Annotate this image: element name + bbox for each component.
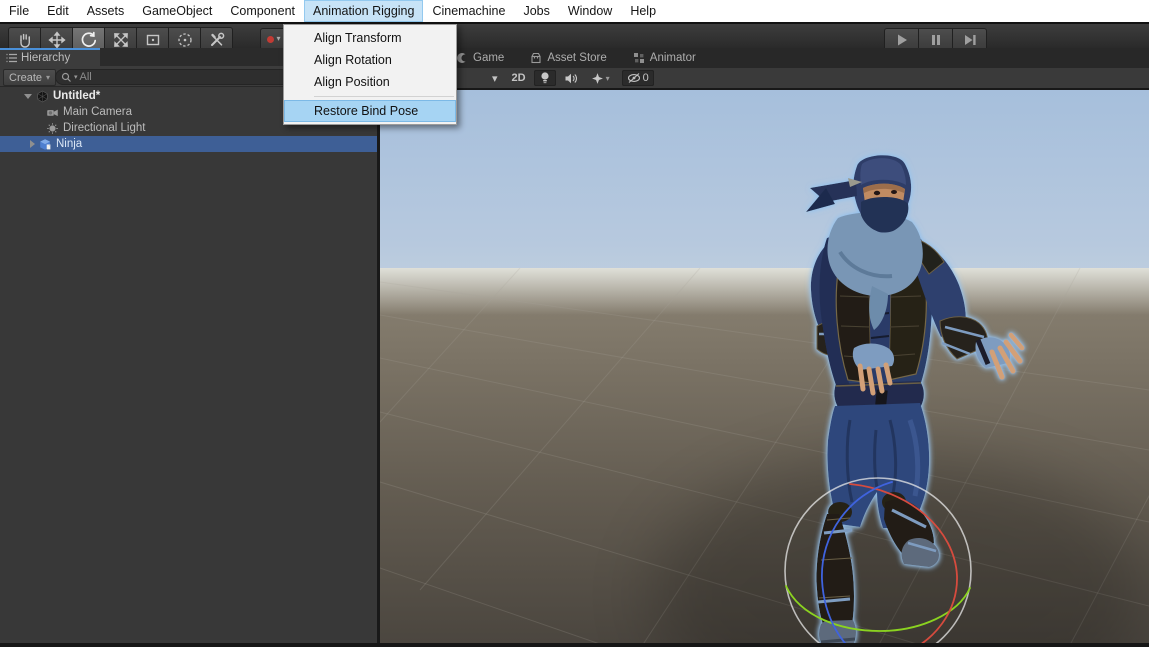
menu-item-align-position[interactable]: Align Position [284,71,456,93]
window-bottom-edge [0,643,1149,647]
menu-bar: File Edit Assets GameObject Component An… [0,0,1149,22]
asset-store-icon [530,52,542,64]
menu-help[interactable]: Help [621,0,665,22]
prefab-model-icon [39,138,52,151]
menu-separator [314,96,454,97]
hierarchy-row-ninja[interactable]: Ninja [0,136,377,152]
tab-animator[interactable]: Animator [633,52,696,64]
menu-animation-rigging[interactable]: Animation Rigging [304,0,423,22]
scene-view-toolbar: ▾ 2D ▾ 0 [380,68,1149,90]
tab-hierarchy[interactable]: Hierarchy [0,48,100,66]
2d-toggle-button[interactable]: 2D [507,70,531,86]
camera-icon [46,106,59,119]
animation-rigging-menu: Align Transform Align Rotation Align Pos… [283,24,457,125]
menu-window[interactable]: Window [559,0,621,22]
create-label: Create [9,72,42,84]
menu-gameobject[interactable]: GameObject [133,0,221,22]
hierarchy-tab-label: Hierarchy [21,52,70,64]
expand-caret-icon[interactable] [30,140,35,148]
transform-icon [176,31,194,49]
menu-item-restore-bind-pose[interactable]: Restore Bind Pose [284,100,456,122]
menu-edit[interactable]: Edit [38,0,78,22]
draw-mode-chevron-icon[interactable]: ▾ [492,72,498,85]
game-tab-icon [456,52,468,64]
hierarchy-panel: Hierarchy Create ▾ ▾ All Untitled* Main … [0,48,377,643]
play-icon [894,33,910,47]
scale-icon [112,31,130,49]
chevron-down-icon: ▾ [276,35,280,43]
red-dot-icon [267,36,274,43]
scene-name: Untitled* [53,90,100,102]
search-icon [61,72,72,83]
unity-editor-window: File Edit Assets GameObject Component An… [0,0,1149,647]
audio-toggle-button[interactable] [559,70,583,86]
hidden-count: 0 [643,72,649,84]
tab-label: Asset Store [547,52,606,64]
menu-file[interactable]: File [0,0,38,22]
search-value: All [80,71,92,83]
object-name: Directional Light [63,122,145,134]
wrench-icon [208,31,226,49]
speaker-icon [564,72,578,85]
menu-item-align-rotation[interactable]: Align Rotation [284,49,456,71]
scene-viewport-panel: Game Asset Store Animator ▾ 2D [380,48,1149,643]
chevron-down-icon: ▾ [46,73,50,82]
animator-icon [633,52,645,64]
effects-icon [591,72,604,85]
menu-jobs[interactable]: Jobs [514,0,558,22]
hand-icon [16,31,34,49]
object-name: Ninja [56,138,82,150]
rect-tool-icon [144,31,162,49]
rotate-icon [80,31,98,49]
step-icon [962,33,978,47]
effects-chevron-icon[interactable]: ▾ [606,74,610,83]
tab-label: Animator [650,52,696,64]
list-icon [6,53,17,63]
expand-caret-icon[interactable] [24,94,32,99]
unity-scene-icon [36,90,49,103]
scene-visibility-button[interactable]: 0 [622,70,654,86]
search-filter-chevron-icon: ▾ [74,73,78,81]
effects-toggle-button[interactable]: ▾ [586,70,615,86]
create-button[interactable]: Create ▾ [3,69,56,86]
tab-game[interactable]: Game [456,52,504,64]
scene-view[interactable] [380,90,1149,643]
menu-cinemachine[interactable]: Cinemachine [423,0,514,22]
tab-asset-store[interactable]: Asset Store [530,52,606,64]
light-icon [46,122,59,135]
menu-assets[interactable]: Assets [78,0,134,22]
pause-icon [929,33,943,47]
tab-label: Game [473,52,504,64]
hidden-eye-icon [627,72,641,84]
lighting-toggle-button[interactable] [534,70,556,86]
2d-label: 2D [512,72,526,84]
object-name: Main Camera [63,106,132,118]
menu-item-align-transform[interactable]: Align Transform [284,27,456,49]
lightbulb-icon [539,71,551,85]
menu-component[interactable]: Component [221,0,304,22]
move-icon [48,31,66,49]
main-toolbar: ▾ [0,22,1149,48]
viewport-tab-bar: Game Asset Store Animator [380,48,1149,68]
